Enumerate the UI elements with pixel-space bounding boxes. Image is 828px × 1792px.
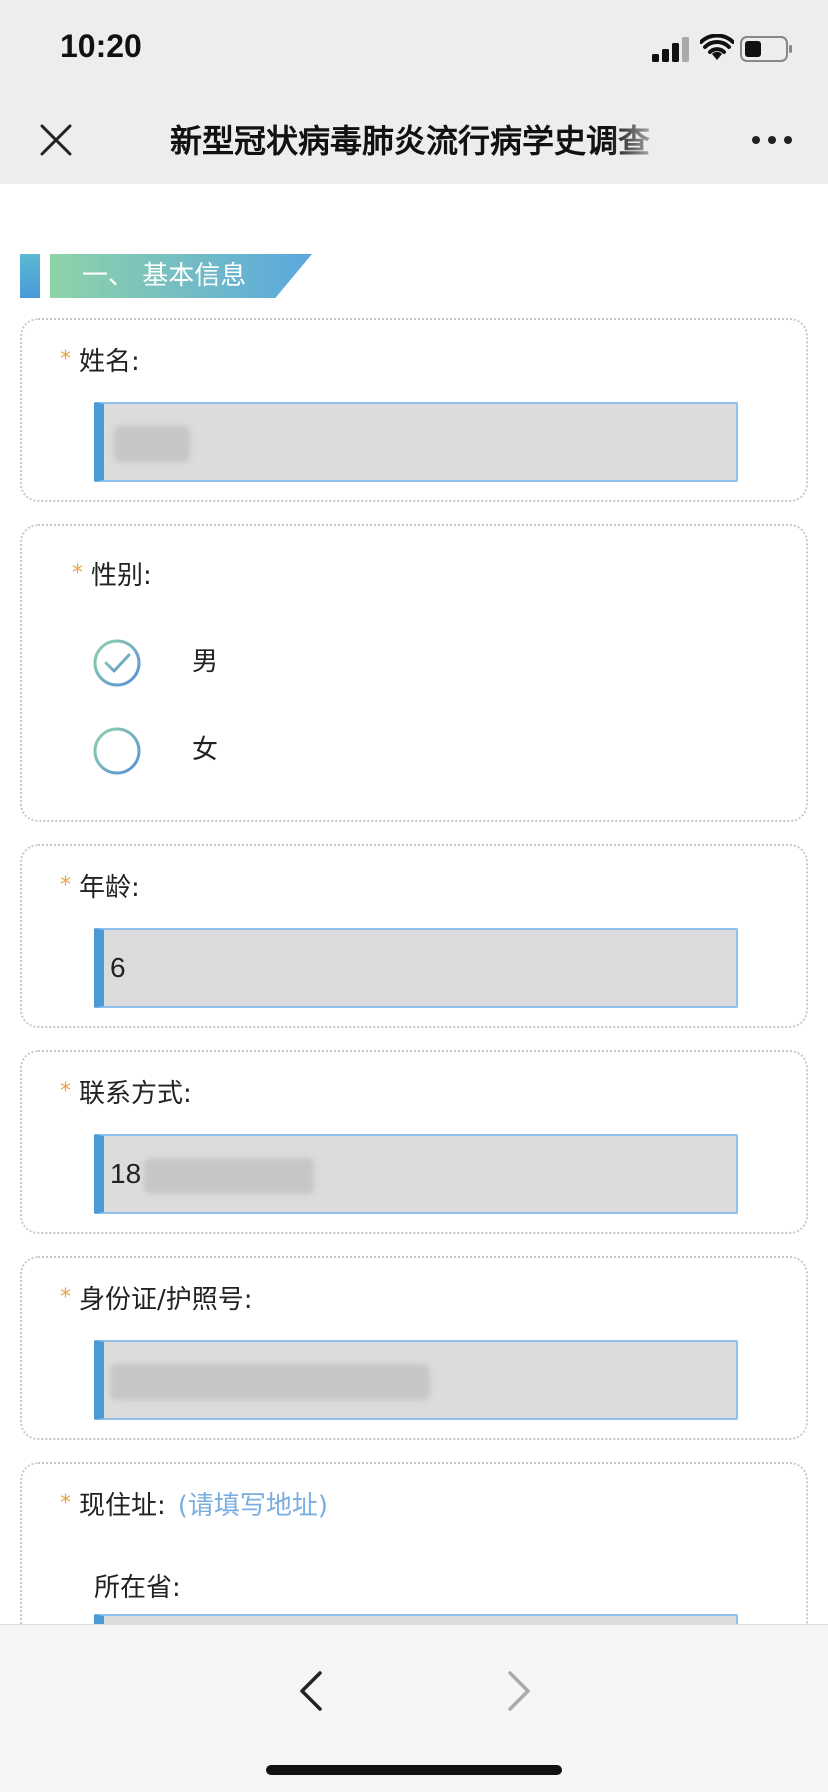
required-mark: * (60, 873, 71, 898)
redacted-text (144, 1158, 314, 1194)
status-time: 10:20 (60, 28, 142, 64)
name-input[interactable] (94, 402, 738, 482)
signal-icon (652, 37, 689, 62)
age-card: * 年龄: 6 (20, 844, 808, 1028)
close-icon[interactable] (34, 118, 78, 162)
required-mark: * (60, 347, 71, 372)
gender-option-female[interactable]: 女 (92, 726, 492, 776)
contact-input[interactable]: 18 (94, 1134, 738, 1214)
contact-label: * 联系方式: (60, 1079, 192, 1109)
gender-card: * 性别: 男 女 (20, 524, 808, 822)
section-header-accent (20, 254, 40, 298)
page-title: 新型冠状病毒肺炎流行病学史调查 (170, 122, 651, 160)
required-mark: * (72, 561, 83, 586)
name-label: * 姓名: (60, 347, 140, 377)
name-card: * 姓名: (20, 318, 808, 502)
age-label: * 年龄: (60, 873, 140, 903)
home-indicator[interactable] (266, 1765, 562, 1775)
wifi-icon (700, 34, 734, 60)
forward-arrow-icon[interactable] (500, 1669, 536, 1713)
form-content[interactable]: 一、 基本信息 * 姓名: * 性别: 男 女 * 年龄: 6 * 联系方式: … (0, 184, 828, 1624)
status-bar: 10:20 (0, 0, 828, 96)
province-input[interactable] (94, 1614, 738, 1624)
back-arrow-icon[interactable] (294, 1669, 330, 1713)
radio-checked-icon[interactable] (92, 638, 142, 688)
redacted-text (114, 426, 190, 462)
gender-option-label: 男 (192, 647, 219, 677)
id-number-label: * 身份证/护照号: (60, 1285, 253, 1315)
required-mark: * (60, 1491, 71, 1516)
age-input[interactable]: 6 (94, 928, 738, 1008)
battery-icon (740, 36, 792, 62)
section-header: 一、 基本信息 (20, 254, 320, 298)
radio-unchecked-icon[interactable] (92, 726, 142, 776)
id-number-input[interactable] (94, 1340, 738, 1420)
gender-label: * 性别: (72, 561, 152, 591)
address-hint[interactable]: (请填写地址) (178, 1491, 328, 1521)
nav-bar: 新型冠状病毒肺炎流行病学史调查 (0, 96, 828, 184)
address-label: * 现住址: (请填写地址) (60, 1491, 329, 1521)
required-mark: * (60, 1285, 71, 1310)
required-mark: * (60, 1079, 71, 1104)
id-number-card: * 身份证/护照号: (20, 1256, 808, 1440)
gender-option-label: 女 (192, 735, 219, 765)
section-title: 一、 基本信息 (82, 261, 247, 291)
bottom-toolbar (0, 1624, 828, 1792)
address-card: * 现住址: (请填写地址) 所在省: (20, 1462, 808, 1624)
redacted-text (110, 1364, 430, 1400)
more-icon[interactable] (748, 124, 796, 156)
gender-option-male[interactable]: 男 (92, 638, 492, 688)
contact-card: * 联系方式: 18 (20, 1050, 808, 1234)
province-label: 所在省: (94, 1573, 181, 1603)
